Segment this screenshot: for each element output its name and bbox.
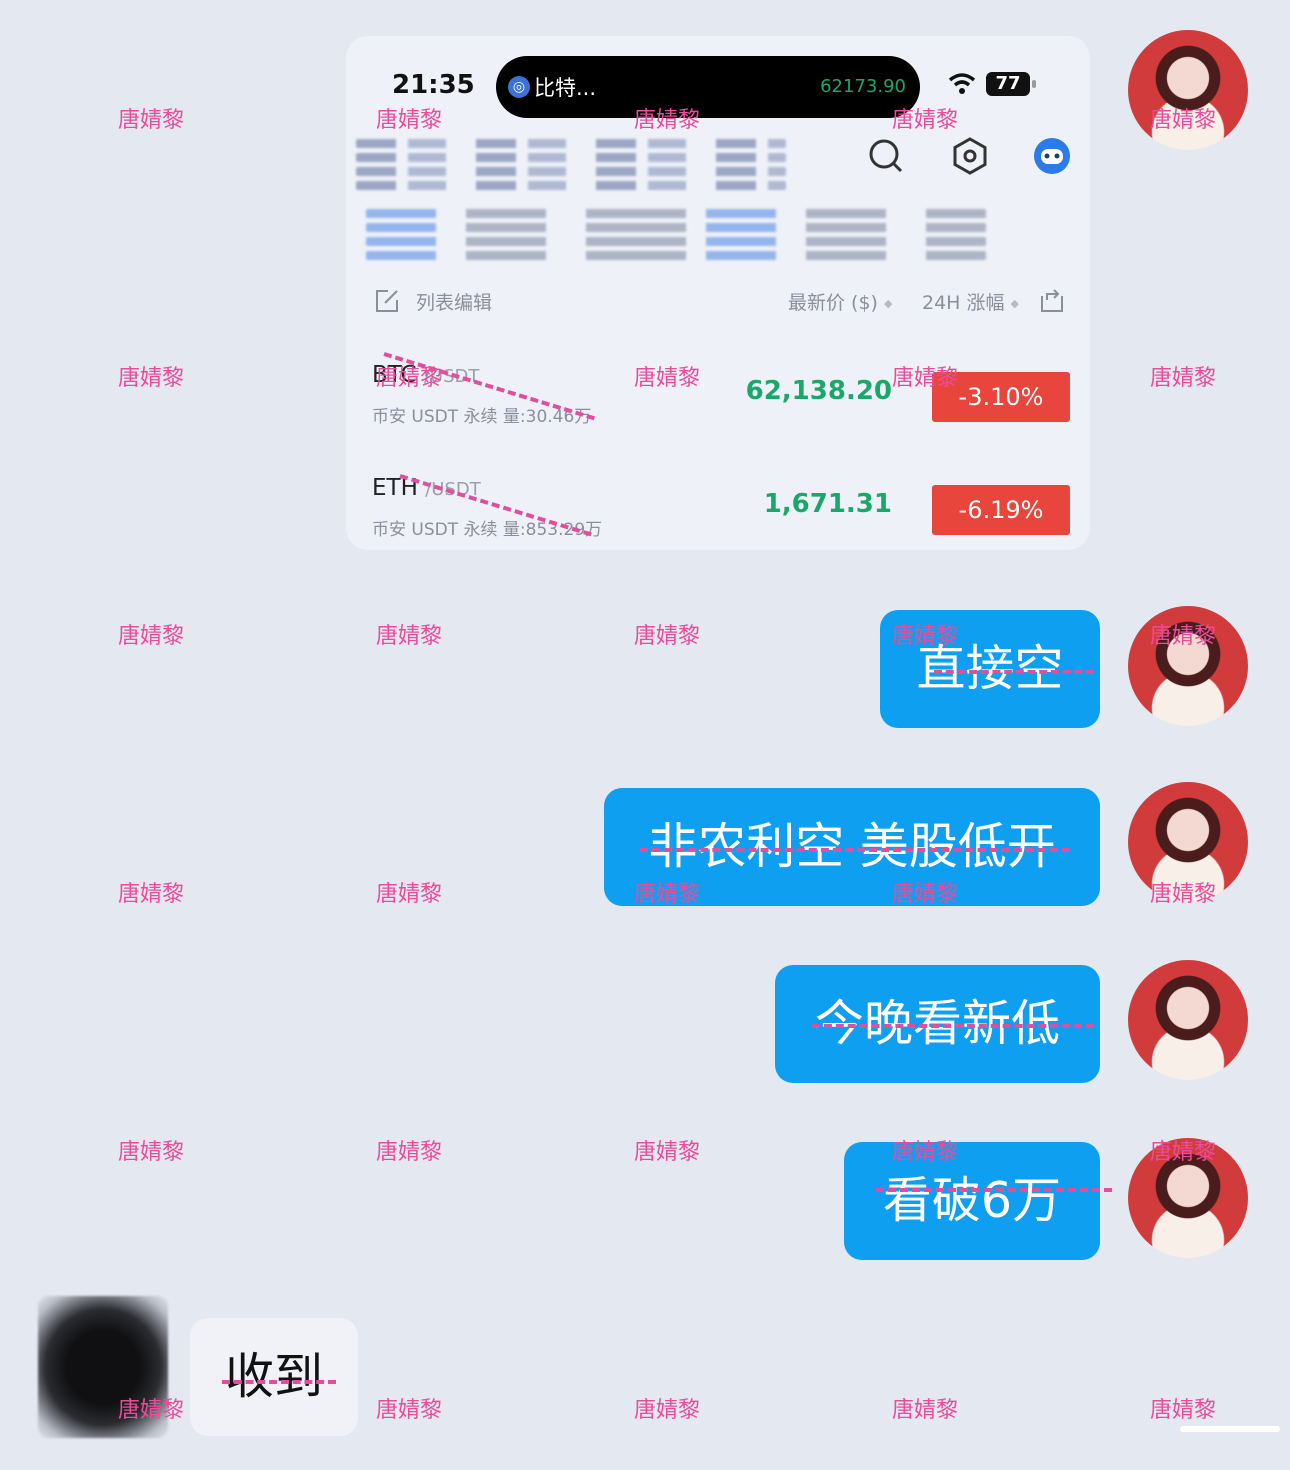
watermark-text: 唐婧黎: [376, 624, 443, 649]
robot-assistant-icon[interactable]: [1032, 136, 1072, 176]
sort-icon: ◆: [1010, 297, 1019, 310]
watermark-text: 唐婧黎: [376, 1398, 443, 1423]
home-indicator: [1180, 1426, 1280, 1432]
battery-indicator: 77: [986, 72, 1036, 96]
status-time: 21:35: [392, 70, 475, 100]
list-edit-label[interactable]: 列表编辑: [416, 288, 492, 315]
wifi-icon: [948, 73, 976, 94]
watermark-text: 唐婧黎: [1150, 882, 1217, 907]
watermark-text: 唐婧黎: [892, 366, 959, 391]
watermark-text: 唐婧黎: [892, 1398, 959, 1423]
sender-avatar[interactable]: [1128, 960, 1248, 1080]
edit-icon[interactable]: [374, 288, 400, 314]
coin-row-eth[interactable]: ETH /USDT 币安 USDT 永续 量:853.29万 1,671.31 …: [370, 467, 1070, 550]
sort-icon: ◆: [883, 297, 893, 310]
price-column-header[interactable]: 最新价 ($) ◆: [788, 288, 892, 315]
watermark-text: 唐婧黎: [1150, 1398, 1217, 1423]
coin-price: 62,138.20: [745, 376, 892, 406]
dashed-mark: [934, 670, 1094, 674]
island-price: 62173.90: [820, 76, 906, 97]
watermark-text: 唐婧黎: [376, 366, 443, 391]
watermark-text: 唐婧黎: [892, 1140, 959, 1165]
settings-hex-icon[interactable]: [950, 136, 990, 176]
watermark-text: 唐婧黎: [1150, 624, 1217, 649]
search-icon[interactable]: [866, 136, 906, 176]
watermark-text: 唐婧黎: [118, 1140, 185, 1165]
island-app-label: 比特...: [534, 76, 597, 100]
watermark-text: 唐婧黎: [376, 882, 443, 907]
dashed-mark: [640, 848, 1070, 852]
watermark-text: 唐婧黎: [118, 882, 185, 907]
blurred-table: [366, 204, 986, 274]
watermark-text: 唐婧黎: [118, 624, 185, 649]
watermark-text: 唐婧黎: [892, 882, 959, 907]
dashed-mark: [812, 1024, 1094, 1028]
shared-screenshot[interactable]: 21:35 ◎ 比特... 62173.90 77 列表编辑 最新价 ($)◆: [346, 36, 1090, 550]
market-list-header: 列表编辑 最新价 ($) ◆ 24H 涨幅 ◆: [370, 284, 1070, 318]
watermark-text: 唐婧黎: [1150, 1140, 1217, 1165]
watermark-text: 唐婧黎: [1150, 366, 1217, 391]
watermark-text: 唐婧黎: [634, 1140, 701, 1165]
watermark-text: 唐婧黎: [118, 1398, 185, 1423]
watermark-text: 唐婧黎: [892, 624, 959, 649]
dashed-mark: [222, 1380, 336, 1384]
watermark-text: 唐婧黎: [634, 366, 701, 391]
message-bubble[interactable]: 看破6万: [844, 1142, 1100, 1260]
reply-bubble[interactable]: 收到: [190, 1318, 358, 1436]
watermark-text: 唐婧黎: [634, 1398, 701, 1423]
watermark-text: 唐婧黎: [634, 624, 701, 649]
coin-row-btc[interactable]: BTC /USDT 币安 USDT 永续 量:30.46万 62,138.20 …: [370, 354, 1070, 444]
dashed-mark: [876, 1188, 1112, 1192]
coin-change-badge: -6.19%: [932, 485, 1070, 535]
watermark-text: 唐婧黎: [634, 882, 701, 907]
app-logo-icon: ◎: [508, 76, 530, 98]
watermark-text: 唐婧黎: [118, 366, 185, 391]
watermark-text: 唐婧黎: [892, 108, 959, 133]
watermark-text: 唐婧黎: [118, 108, 185, 133]
share-icon[interactable]: [1038, 286, 1066, 314]
watermark-text: 唐婧黎: [376, 1140, 443, 1165]
change-column-header[interactable]: 24H 涨幅 ◆: [922, 288, 1019, 315]
coin-price: 1,671.31: [763, 489, 892, 519]
watermark-text: 唐婧黎: [1150, 108, 1217, 133]
dynamic-island: ◎ 比特... 62173.90: [496, 56, 920, 118]
watermark-text: 唐婧黎: [634, 108, 701, 133]
watermark-text: 唐婧黎: [376, 108, 443, 133]
